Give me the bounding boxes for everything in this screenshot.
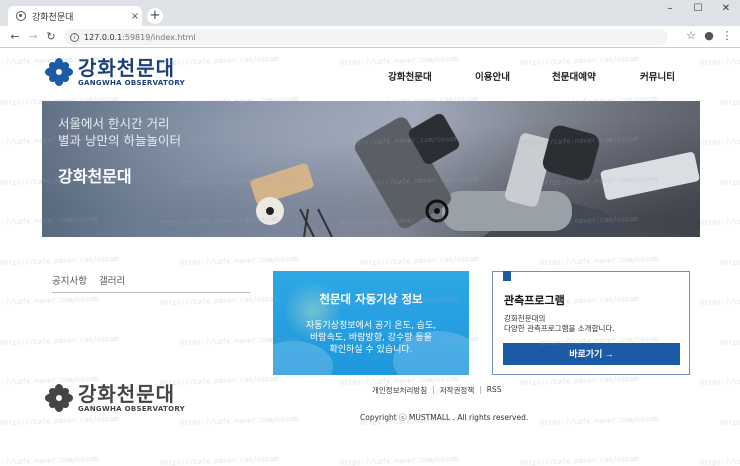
nav-community[interactable]: 커뮤니티 xyxy=(640,69,675,83)
program-desc-line2: 다양한 관측프로그램을 소개합니다. xyxy=(504,324,615,333)
weather-title: 천문대 자동기상 정보 xyxy=(319,292,423,306)
hero-title: 강화천문대 xyxy=(58,167,132,186)
url-field[interactable]: i 127.0.0.1:59819/index.html xyxy=(64,29,668,45)
weather-desc-line1: 자동기상정보에서 공기 온도, 습도, xyxy=(305,321,437,331)
program-go-button[interactable]: 바로가기 → xyxy=(503,343,680,365)
watermark-text: https://cafe.naver.com/ossom xyxy=(699,134,740,148)
watermark-text: https://cafe.naver.com/ossom xyxy=(699,54,740,68)
close-window-button[interactable]: ✕ xyxy=(712,0,740,18)
footer-links: 개인정보처리방침 | 저작권정책 | RSS xyxy=(372,385,502,396)
board-tabs: 공지사항 갤러리 xyxy=(52,273,250,293)
watermark-text: https://cafe.naver.com/ossom xyxy=(179,414,299,428)
watermark-text: https://cafe.naver.com/ossom xyxy=(719,174,740,188)
watermark-text: https://cafe.naver.com/ossom xyxy=(0,254,119,268)
program-box: 관측프로그램 강화천문대의 다양한 관측프로그램을 소개합니다. 바로가기 → xyxy=(492,271,690,375)
watermark-text: https://cafe.naver.com/ossom xyxy=(0,334,119,348)
window-controls: – ☐ ✕ xyxy=(656,0,740,22)
copyright-text: Copyright ⓒ MUSTMALL . All rights reserv… xyxy=(360,413,529,422)
reload-icon[interactable]: ↻ xyxy=(42,30,60,43)
nav-observatory[interactable]: 강화천문대 xyxy=(388,69,432,83)
footer-logo-subtitle: GANGWHA OBSERVATORY xyxy=(78,405,186,413)
back-icon[interactable]: ← xyxy=(6,30,24,43)
footer-link-copyright[interactable]: 저작권정책 xyxy=(440,385,475,396)
tab-title: 강화천문대 xyxy=(32,12,74,23)
watermark-text: https://cafe.naver.com/ossom xyxy=(719,254,740,268)
footer-separator: | xyxy=(432,385,435,394)
forward-icon[interactable]: → xyxy=(24,30,42,43)
watermark-text: https://cafe.naver.com/ossom xyxy=(159,454,279,466)
nav-guide[interactable]: 이용안내 xyxy=(475,69,510,83)
weather-description: 자동기상정보에서 공기 온도, 습도, 바람속도, 바람방향, 강수량 등을 확… xyxy=(285,320,457,356)
site-logo[interactable]: 강화천문대 GANGWHA OBSERVATORY xyxy=(44,57,185,87)
watermark-text: https://cafe.naver.com/ossom xyxy=(539,254,659,268)
minimize-button[interactable]: – xyxy=(656,0,684,18)
watermark-text: https://cafe.naver.com/ossom xyxy=(159,294,279,308)
weather-desc-line2: 바람속도, 바람방향, 강수량 등을 xyxy=(310,333,432,343)
logo-title: 강화천문대 xyxy=(78,56,175,80)
footer-logo: 강화천문대 GANGWHA OBSERVATORY xyxy=(44,383,185,413)
tab-notice[interactable]: 공지사항 xyxy=(52,273,87,292)
footer-logo-star-icon xyxy=(45,384,73,412)
new-tab-button[interactable]: + xyxy=(147,8,163,24)
watermark-text: https://cafe.naver.com/ossom xyxy=(699,374,740,388)
watermark-text: https://cafe.naver.com/ossom xyxy=(0,454,99,466)
tab-gallery[interactable]: 갤러리 xyxy=(99,273,125,292)
watermark-text: https://cafe.naver.com/ossom xyxy=(719,94,740,108)
watermark-text: https://cafe.naver.com/ossom xyxy=(339,54,459,68)
footer-link-rss[interactable]: RSS xyxy=(487,385,502,396)
browser-tab-bar: 강화천문대 × + – ☐ ✕ xyxy=(0,0,740,26)
program-title: 관측프로그램 xyxy=(504,294,565,307)
hero-banner: 서울에서 한시간 거리 별과 낭만의 하늘놀이터 강화천문대 xyxy=(42,101,700,237)
footer-link-privacy[interactable]: 개인정보처리방침 xyxy=(372,385,427,396)
footer-separator: | xyxy=(479,385,482,394)
favicon-icon xyxy=(16,11,26,21)
logo-star-icon xyxy=(45,58,73,86)
footer-logo-title: 강화천문대 xyxy=(78,382,175,406)
watermark-text: https://cafe.naver.com/ossom xyxy=(699,214,740,228)
weather-desc-line3: 확인하실 수 있습니다. xyxy=(329,345,413,355)
profile-icon[interactable]: ● xyxy=(700,29,718,42)
watermark-text: https://cafe.naver.com/ossom xyxy=(0,294,99,308)
hero-subtitle-line1: 서울에서 한시간 거리 xyxy=(58,116,170,131)
watermark-text: https://cafe.naver.com/ossom xyxy=(519,54,639,68)
watermark-text: https://cafe.naver.com/ossom xyxy=(699,294,740,308)
nav-reservation[interactable]: 천문대예약 xyxy=(552,69,596,83)
watermark-text: https://cafe.naver.com/ossom xyxy=(699,454,740,466)
program-desc-line1: 강화천문대의 xyxy=(504,314,546,323)
page-viewport: 강화천문대 GANGWHA OBSERVATORY 강화천문대 이용안내 천문대… xyxy=(0,49,740,466)
watermark-text: https://cafe.naver.com/ossom xyxy=(339,454,459,466)
url-path: :59819/index.html xyxy=(122,32,196,42)
site-info-icon[interactable]: i xyxy=(70,32,79,42)
watermark-text: https://cafe.naver.com/ossom xyxy=(359,254,479,268)
url-host: 127.0.0.1 xyxy=(84,32,123,42)
watermark-text: https://cafe.naver.com/ossom xyxy=(519,374,639,388)
watermark-text: https://cafe.naver.com/ossom xyxy=(519,454,639,466)
watermark-text: https://cafe.naver.com/ossom xyxy=(179,254,299,268)
program-flag xyxy=(503,271,511,281)
weather-banner[interactable]: 천문대 자동기상 정보 자동기상정보에서 공기 온도, 습도, 바람속도, 바람… xyxy=(273,271,469,375)
program-description: 강화천문대의 다양한 관측프로그램을 소개합니다. xyxy=(504,314,615,334)
watermark-text: https://cafe.naver.com/ossom xyxy=(719,334,740,348)
hero-subtitle: 서울에서 한시간 거리 별과 낭만의 하늘놀이터 xyxy=(58,115,181,149)
watermark-text: https://cafe.naver.com/ossom xyxy=(719,414,740,428)
address-bar: ← → ↻ i 127.0.0.1:59819/index.html ☆ ● ⋮ xyxy=(0,26,740,48)
menu-kebab-icon[interactable]: ⋮ xyxy=(718,29,736,42)
logo-subtitle: GANGWHA OBSERVATORY xyxy=(78,79,186,87)
browser-tab[interactable]: 강화천문대 × xyxy=(8,6,142,26)
hero-subtitle-line2: 별과 낭만의 하늘놀이터 xyxy=(58,133,181,148)
tab-close-icon[interactable]: × xyxy=(128,11,142,22)
maximize-button[interactable]: ☐ xyxy=(684,0,712,18)
bookmark-star-icon[interactable]: ☆ xyxy=(682,29,700,42)
watermark-text: https://cafe.naver.com/ossom xyxy=(0,414,119,428)
watermark-text: https://cafe.naver.com/ossom xyxy=(539,414,659,428)
